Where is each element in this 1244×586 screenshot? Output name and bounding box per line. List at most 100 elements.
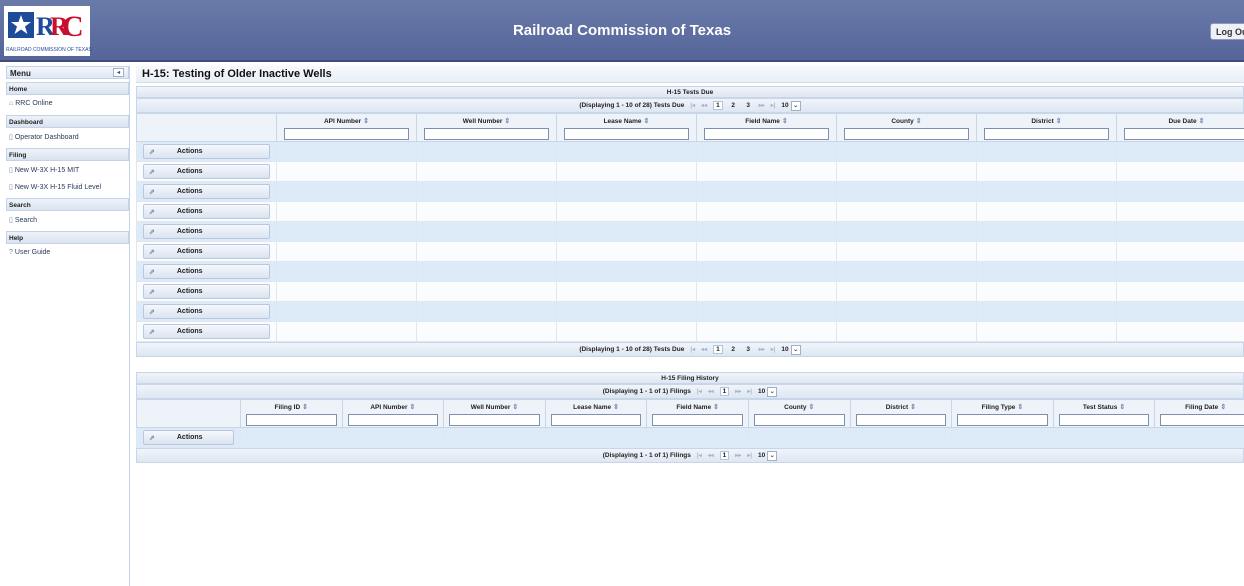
filter-input[interactable]: [1123, 128, 1244, 140]
sort-icon[interactable]: ⇕: [782, 118, 788, 125]
filing-history-paginator-bottom: (Displaying 1 - 1 of 1) Filings |◂ ◂◂ 1 ▸▸ ▸|…: [136, 448, 1244, 463]
sidebar-item-new-w-3x-h-15-mit[interactable]: ▯ New W-3X H-15 MIT: [6, 161, 129, 178]
page-link-1[interactable]: 1: [719, 387, 730, 396]
actions-button[interactable]: ⇗ Actions: [143, 264, 270, 279]
sort-icon[interactable]: ⇕: [916, 118, 922, 125]
sort-icon[interactable]: ⇕: [809, 404, 815, 411]
page-link-2[interactable]: 2: [729, 102, 738, 109]
filter-input[interactable]: [423, 128, 550, 140]
sort-icon[interactable]: ⇕: [1199, 118, 1205, 125]
page-link-2[interactable]: 2: [729, 346, 738, 353]
actions-button[interactable]: ⇗ Actions: [143, 184, 270, 199]
sort-icon[interactable]: ⇕: [504, 118, 510, 125]
sort-icon[interactable]: ⇕: [910, 404, 916, 411]
column-header-field-name[interactable]: Field Name ⇕: [696, 113, 837, 142]
last-page-icon[interactable]: ▸|: [747, 388, 752, 395]
actions-button[interactable]: ⇗ Actions: [143, 244, 270, 259]
actions-button[interactable]: ⇗ Actions: [143, 304, 270, 319]
sort-icon[interactable]: ⇕: [1220, 404, 1226, 411]
rows-per-page-select[interactable]: 10 ⌄: [781, 100, 801, 111]
last-page-icon[interactable]: ▸|: [771, 346, 776, 353]
sidebar-item-search[interactable]: ▯ Search: [6, 211, 129, 228]
filter-input[interactable]: [754, 414, 845, 426]
column-header-due-date[interactable]: Due Date ⇕: [1116, 113, 1244, 142]
page-link-3[interactable]: 3: [744, 102, 753, 109]
sidebar-item-rrc-online[interactable]: ⌂ RRC Online: [6, 95, 129, 112]
column-header-api-number[interactable]: API Number ⇕: [276, 113, 417, 142]
last-page-icon[interactable]: ▸|: [771, 102, 776, 109]
sort-icon[interactable]: ⇕: [644, 118, 650, 125]
prev-page-icon[interactable]: ◂◂: [701, 102, 707, 109]
sort-icon[interactable]: ⇕: [512, 404, 518, 411]
filter-input[interactable]: [703, 128, 830, 140]
filter-input[interactable]: [843, 128, 970, 140]
column-header-api-number[interactable]: API Number ⇕: [341, 399, 445, 428]
sort-icon[interactable]: ⇕: [1017, 404, 1023, 411]
actions-button[interactable]: ⇗ Actions: [143, 324, 270, 339]
first-page-icon[interactable]: |◂: [690, 346, 695, 353]
sort-icon[interactable]: ⇕: [1119, 404, 1125, 411]
open-external-icon: ⇗: [149, 208, 155, 216]
first-page-icon[interactable]: |◂: [697, 452, 702, 459]
column-header-lease-name[interactable]: Lease Name ⇕: [544, 399, 648, 428]
next-page-icon[interactable]: ▸▸: [735, 452, 741, 459]
prev-page-icon[interactable]: ◂◂: [708, 452, 714, 459]
last-page-icon[interactable]: ▸|: [747, 452, 752, 459]
filter-input[interactable]: [449, 414, 540, 426]
next-page-icon[interactable]: ▸▸: [759, 346, 765, 353]
column-header-test-status[interactable]: Test Status ⇕: [1052, 399, 1156, 428]
sort-icon[interactable]: ⇕: [1056, 118, 1062, 125]
filter-input[interactable]: [652, 414, 743, 426]
actions-button[interactable]: ⇗ Actions: [143, 284, 270, 299]
filter-input[interactable]: [1058, 414, 1150, 426]
filter-input[interactable]: [983, 128, 1110, 140]
column-header-filing-date[interactable]: Filing Date ⇕: [1154, 399, 1244, 428]
actions-button[interactable]: ⇗ Actions: [143, 144, 270, 159]
actions-button[interactable]: ⇗ Actions: [143, 164, 270, 179]
column-header-district[interactable]: District ⇕: [976, 113, 1117, 142]
filter-input[interactable]: [347, 414, 439, 426]
filter-input[interactable]: [957, 414, 1048, 426]
actions-button[interactable]: ⇗ Actions: [143, 430, 234, 445]
page-link-1[interactable]: 1: [719, 451, 730, 460]
sidebar-item-operator-dashboard[interactable]: ▯ Operator Dashboard: [6, 128, 129, 145]
page-link-1[interactable]: 1: [713, 345, 723, 354]
collapse-menu-icon[interactable]: ◂: [113, 68, 124, 77]
column-header-district[interactable]: District ⇕: [849, 399, 953, 428]
column-header-filing-id[interactable]: Filing ID ⇕: [240, 399, 343, 428]
prev-page-icon[interactable]: ◂◂: [708, 388, 714, 395]
filter-input[interactable]: [855, 414, 947, 426]
rows-per-page-select[interactable]: 10 ⌄: [758, 450, 778, 461]
next-page-icon[interactable]: ▸▸: [759, 102, 765, 109]
column-header-county[interactable]: County ⇕: [836, 113, 977, 142]
filter-input[interactable]: [563, 128, 690, 140]
column-header-well-number[interactable]: Well Number ⇕: [416, 113, 557, 142]
first-page-icon[interactable]: |◂: [697, 388, 702, 395]
actions-button[interactable]: ⇗ Actions: [143, 204, 270, 219]
column-header-county[interactable]: County ⇕: [747, 399, 851, 428]
column-header-lease-name[interactable]: Lease Name ⇕: [556, 113, 697, 142]
rows-per-page-select[interactable]: 10 ⌄: [758, 386, 778, 397]
next-page-icon[interactable]: ▸▸: [735, 388, 741, 395]
sort-icon[interactable]: ⇕: [363, 118, 369, 125]
sidebar-item-new-w-3x-h-15-fluid-level[interactable]: ▯ New W-3X H-15 Fluid Level: [6, 178, 129, 195]
first-page-icon[interactable]: |◂: [690, 102, 695, 109]
filter-input[interactable]: [246, 414, 337, 426]
page-link-1[interactable]: 1: [713, 101, 723, 110]
filter-input[interactable]: [1160, 414, 1244, 426]
prev-page-icon[interactable]: ◂◂: [701, 346, 707, 353]
column-header-field-name[interactable]: Field Name ⇕: [646, 399, 749, 428]
filter-input[interactable]: [283, 128, 410, 140]
sidebar-item-user-guide[interactable]: ? User Guide: [6, 244, 129, 261]
column-header-filing-type[interactable]: Filing Type ⇕: [951, 399, 1054, 428]
rows-per-page-select[interactable]: 10 ⌄: [781, 344, 801, 355]
sort-icon[interactable]: ⇕: [410, 404, 416, 411]
actions-button[interactable]: ⇗ Actions: [143, 224, 270, 239]
logout-button[interactable]: Log Out: [1210, 23, 1244, 40]
sort-icon[interactable]: ⇕: [613, 404, 619, 411]
column-header-well-number[interactable]: Well Number ⇕: [443, 399, 546, 428]
sort-icon[interactable]: ⇕: [302, 404, 308, 411]
filter-input[interactable]: [550, 414, 642, 426]
sort-icon[interactable]: ⇕: [713, 404, 719, 411]
page-link-3[interactable]: 3: [744, 346, 753, 353]
